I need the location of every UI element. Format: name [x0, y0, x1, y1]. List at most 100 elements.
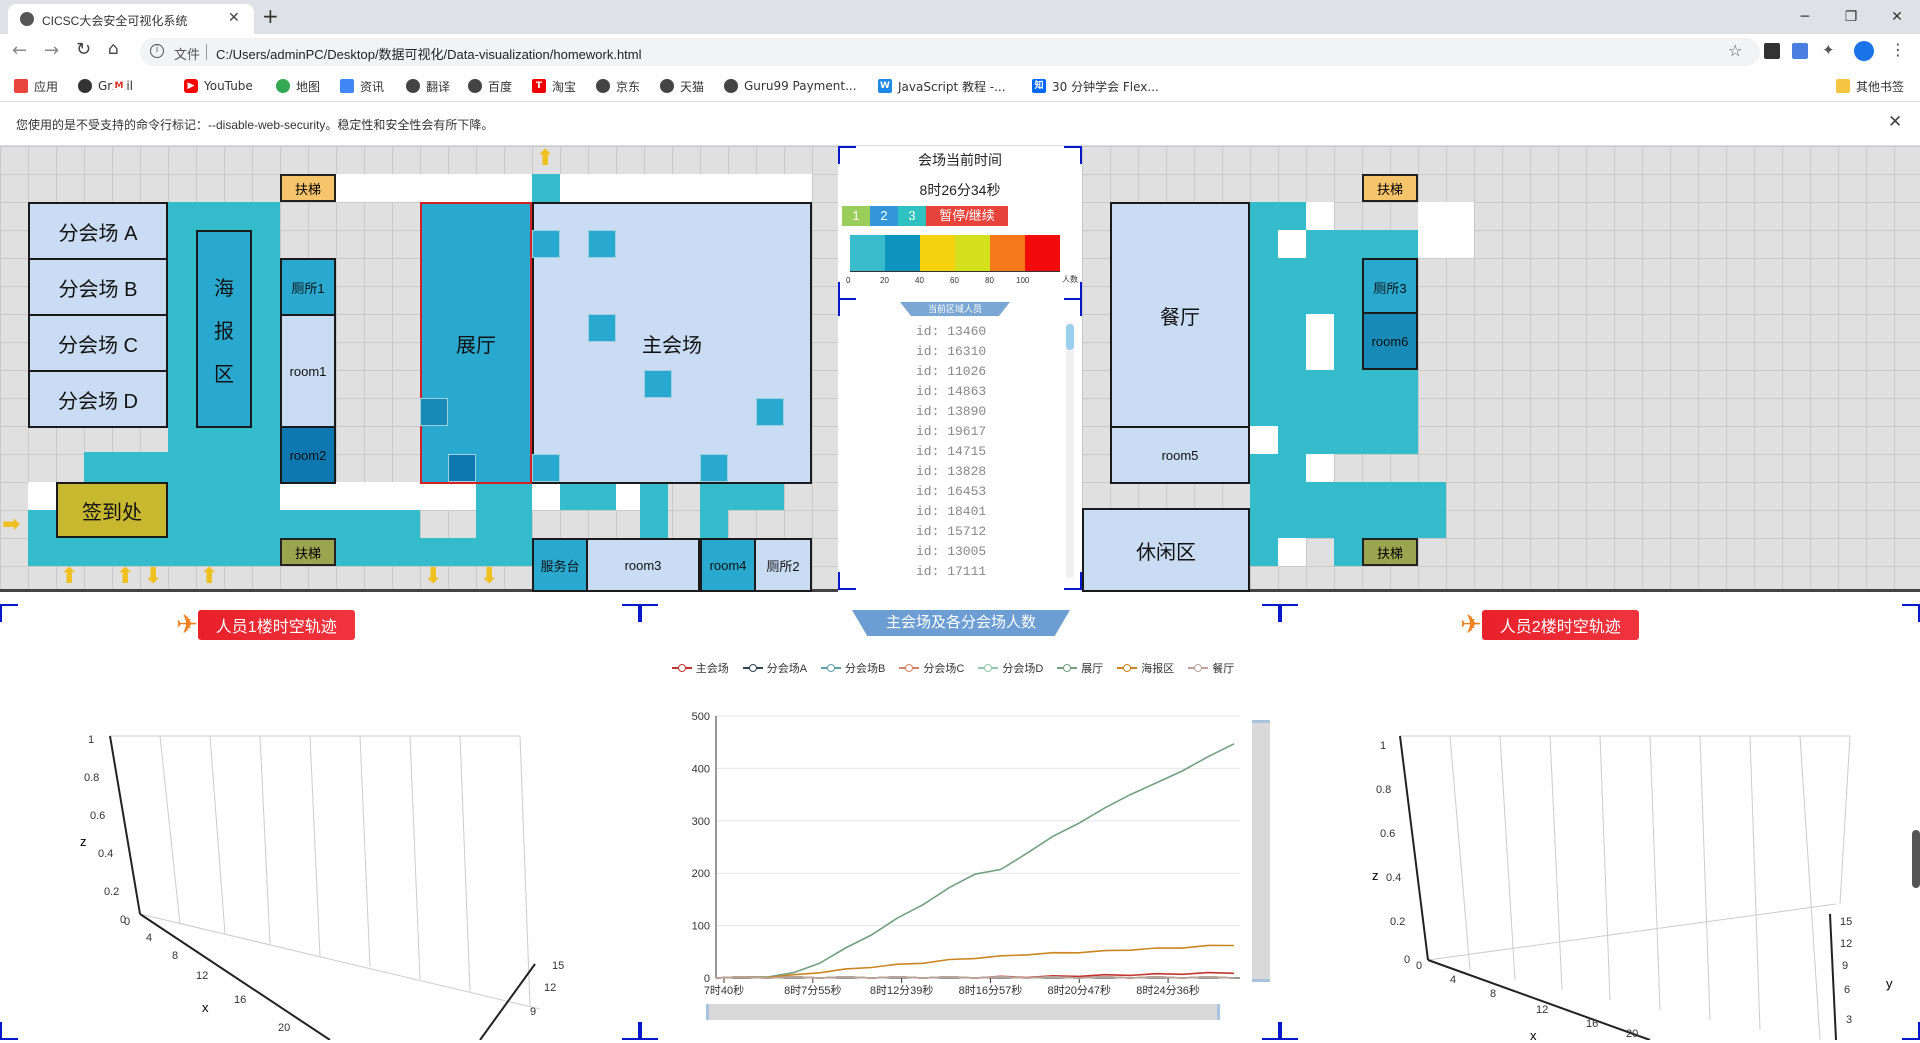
reload-icon[interactable]: ↻: [76, 39, 91, 60]
escalator-bottom-right[interactable]: 扶梯: [1362, 538, 1418, 566]
list-item[interactable]: id: 19617: [916, 424, 1036, 444]
list-item[interactable]: id: 17111: [916, 564, 1036, 578]
bookmark-baidu[interactable]: 百度: [468, 77, 512, 95]
room-poster-area[interactable]: 海报区: [196, 230, 252, 428]
bookmark-other[interactable]: 其他书签: [1836, 77, 1904, 95]
new-tab-icon[interactable]: +: [262, 4, 279, 28]
room-dining-hall[interactable]: 餐厅: [1110, 202, 1250, 428]
bookmark-flex[interactable]: 知 30 分钟学会 Flex...: [1032, 77, 1159, 95]
back-icon[interactable]: ←: [12, 40, 27, 61]
attendance-chart-panel: 主会场及各分会场人数 主会场 分会场A 分会场B 分会场C 分会场D 展厅 海报区 餐厅 01…: [640, 604, 1280, 1040]
z-tick: 0.6: [90, 810, 106, 822]
home-icon[interactable]: ⌂: [108, 39, 119, 59]
room-checkin[interactable]: 签到处: [56, 482, 168, 538]
restore-icon[interactable]: ❐: [1828, 0, 1874, 34]
list-item[interactable]: id: 15712: [916, 524, 1036, 544]
list-item[interactable]: id: 14715: [916, 444, 1036, 464]
bookmark-javascript[interactable]: W JavaScript 教程 -...: [878, 77, 1006, 95]
infobar-close-icon[interactable]: ✕: [1888, 112, 1902, 132]
apps-grid-icon: [14, 79, 28, 93]
bookmark-taobao[interactable]: T 淘宝: [532, 77, 576, 95]
room-room3[interactable]: room3: [586, 538, 700, 592]
list-scrollbar[interactable]: [1066, 322, 1074, 578]
x-tick-label: 8时16分57秒: [959, 983, 1023, 997]
room-toilet1[interactable]: 厕所1: [280, 258, 336, 316]
bookmark-jd[interactable]: 京东: [596, 77, 640, 95]
list-item[interactable]: id: 13828: [916, 464, 1036, 484]
bookmark-youtube[interactable]: ▶ YouTube: [184, 77, 253, 95]
escalator-bottom-left[interactable]: 扶梯: [280, 538, 336, 566]
room-branch-a[interactable]: 分会场 A: [28, 202, 168, 260]
bookmark-translate[interactable]: 翻译: [406, 77, 450, 95]
y-tick-label: 200: [692, 868, 710, 880]
room-lounge[interactable]: 休闲区: [1082, 508, 1250, 592]
info-icon[interactable]: i: [150, 44, 164, 58]
x-tick: 4: [146, 932, 153, 944]
x-tick: 20: [1626, 1028, 1639, 1040]
x-tick: 20: [278, 1022, 291, 1034]
x-tick: 16: [1586, 1018, 1599, 1030]
list-item[interactable]: id: 13890: [916, 404, 1036, 424]
y-tick-label: 100: [692, 921, 710, 933]
escalator-top-left[interactable]: 扶梯: [280, 174, 336, 202]
bookmark-tmall[interactable]: 天猫: [660, 77, 704, 95]
bookmark-apps[interactable]: 应用: [14, 77, 58, 95]
puzzle-icon[interactable]: ✦: [1822, 41, 1835, 59]
speed-3-button[interactable]: 3: [898, 206, 926, 226]
room-toilet3[interactable]: 厕所3: [1362, 258, 1418, 316]
z-tick: 0: [1404, 954, 1411, 966]
list-item[interactable]: id: 16310: [916, 344, 1036, 364]
speed-1-button[interactable]: 1: [842, 206, 870, 226]
forward-icon[interactable]: →: [44, 40, 59, 61]
room-branch-b[interactable]: 分会场 B: [28, 258, 168, 316]
room-room1[interactable]: room1: [280, 314, 336, 428]
scale-swatch: [920, 235, 955, 271]
url-text[interactable]: C:/Users/adminPC/Desktop/数据可视化/Data-visu…: [216, 44, 642, 63]
translate-small-icon: [406, 79, 420, 93]
escalator-top-right[interactable]: 扶梯: [1362, 174, 1418, 202]
room-service-desk[interactable]: 服务台: [532, 538, 588, 592]
room-room2[interactable]: room2: [280, 426, 336, 484]
list-item[interactable]: id: 14863: [916, 384, 1036, 404]
x-zoom-slider[interactable]: [706, 1004, 1220, 1020]
arrow-up-icon: ⬆: [536, 146, 555, 171]
browser-tab[interactable]: CICSC大会安全可视化系统 ✕: [8, 4, 254, 34]
close-window-icon[interactable]: ✕: [1874, 0, 1920, 34]
gmail-icon: [78, 79, 92, 93]
y-tick-label: 400: [692, 763, 710, 775]
zhihu-icon: 知: [1032, 79, 1046, 93]
speed-2-button[interactable]: 2: [870, 206, 898, 226]
list-item[interactable]: id: 13460: [916, 324, 1036, 344]
room-room4[interactable]: room4: [700, 538, 756, 592]
extension-icon[interactable]: [1764, 43, 1780, 59]
bookmark-guru99[interactable]: Guru99 Payment...: [724, 77, 857, 95]
room-branch-c[interactable]: 分会场 C: [28, 314, 168, 372]
room-room5[interactable]: room5: [1110, 426, 1250, 484]
list-item[interactable]: id: 18401: [916, 504, 1036, 524]
bookmark-gmail-mark[interactable]: M: [112, 77, 132, 95]
omnibox[interactable]: i 文件 C:/Users/adminPC/Desktop/数据可视化/Data…: [140, 38, 1760, 66]
room-branch-d[interactable]: 分会场 D: [28, 370, 168, 428]
list-item[interactable]: id: 16453: [916, 484, 1036, 504]
list-item[interactable]: id: 11026: [916, 364, 1036, 384]
z-tick: 1: [1380, 740, 1387, 752]
page-scrollbar[interactable]: [1912, 830, 1920, 888]
translate-icon[interactable]: [1792, 43, 1808, 59]
list-item[interactable]: id: 13005: [916, 544, 1036, 564]
room-main-hall[interactable]: 主会场: [532, 202, 812, 484]
pause-resume-button[interactable]: 暂停/继续: [926, 206, 1008, 226]
map-pin-icon: [276, 79, 290, 93]
bookmark-maps[interactable]: 地图: [276, 77, 320, 95]
minimize-icon[interactable]: ─: [1782, 0, 1828, 34]
room-exhibition-hall[interactable]: 展厅: [420, 202, 532, 484]
person-id-list[interactable]: id: 13460 id: 16310 id: 11026 id: 14863 …: [916, 324, 1036, 578]
profile-icon[interactable]: [1854, 41, 1874, 61]
tmall-icon: [660, 79, 674, 93]
menu-icon[interactable]: ⋮: [1890, 40, 1906, 59]
star-icon[interactable]: ☆: [1728, 41, 1742, 60]
y-zoom-slider[interactable]: [1252, 720, 1270, 982]
bookmark-news[interactable]: 资讯: [340, 77, 384, 95]
room-toilet2[interactable]: 厕所2: [754, 538, 812, 592]
room-room6[interactable]: room6: [1362, 312, 1418, 370]
close-tab-icon[interactable]: ✕: [228, 10, 240, 26]
